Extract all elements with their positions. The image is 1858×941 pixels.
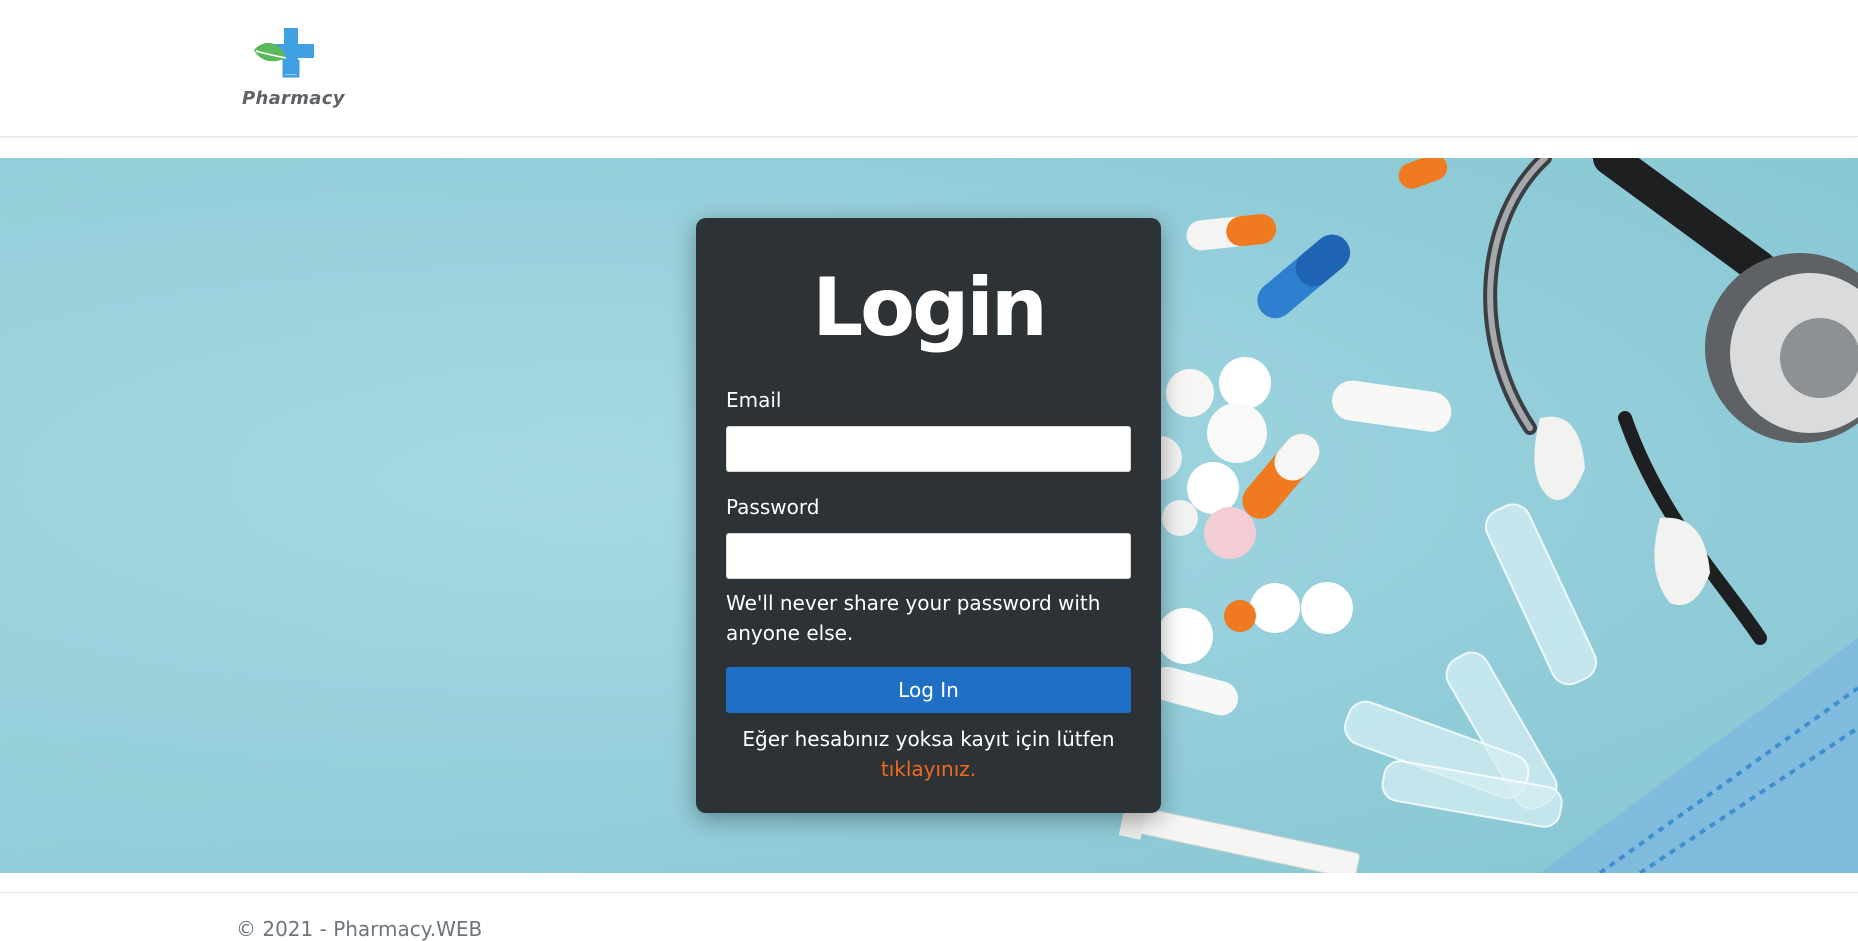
register-text: Eğer hesabınız yoksa kayıt için lütfen	[742, 727, 1115, 751]
login-button[interactable]: Log In	[726, 667, 1131, 713]
site-header: Pharmacy	[0, 0, 1858, 137]
login-card: Login Email Password We'll never share y…	[696, 218, 1161, 813]
password-input[interactable]	[726, 533, 1131, 579]
register-link[interactable]: tıklayınız.	[881, 757, 976, 781]
password-help-text: We'll never share your password with any…	[726, 591, 1101, 645]
brand-name: Pharmacy	[242, 88, 345, 109]
hero-banner: Login Email Password We'll never share y…	[0, 158, 1858, 873]
register-prompt: Eğer hesabınız yoksa kayıt için lütfen t…	[716, 724, 1141, 784]
copyright-text: © 2021 - Pharmacy.WEB	[236, 917, 483, 941]
email-label: Email	[726, 388, 782, 412]
login-title: Login	[812, 261, 1048, 354]
brand-logo[interactable]: Pharmacy	[242, 24, 345, 116]
email-input[interactable]	[726, 426, 1131, 472]
site-footer: © 2021 - Pharmacy.WEB	[0, 892, 1858, 941]
pharmacy-cross-icon	[254, 28, 314, 78]
password-label: Password	[726, 495, 820, 519]
